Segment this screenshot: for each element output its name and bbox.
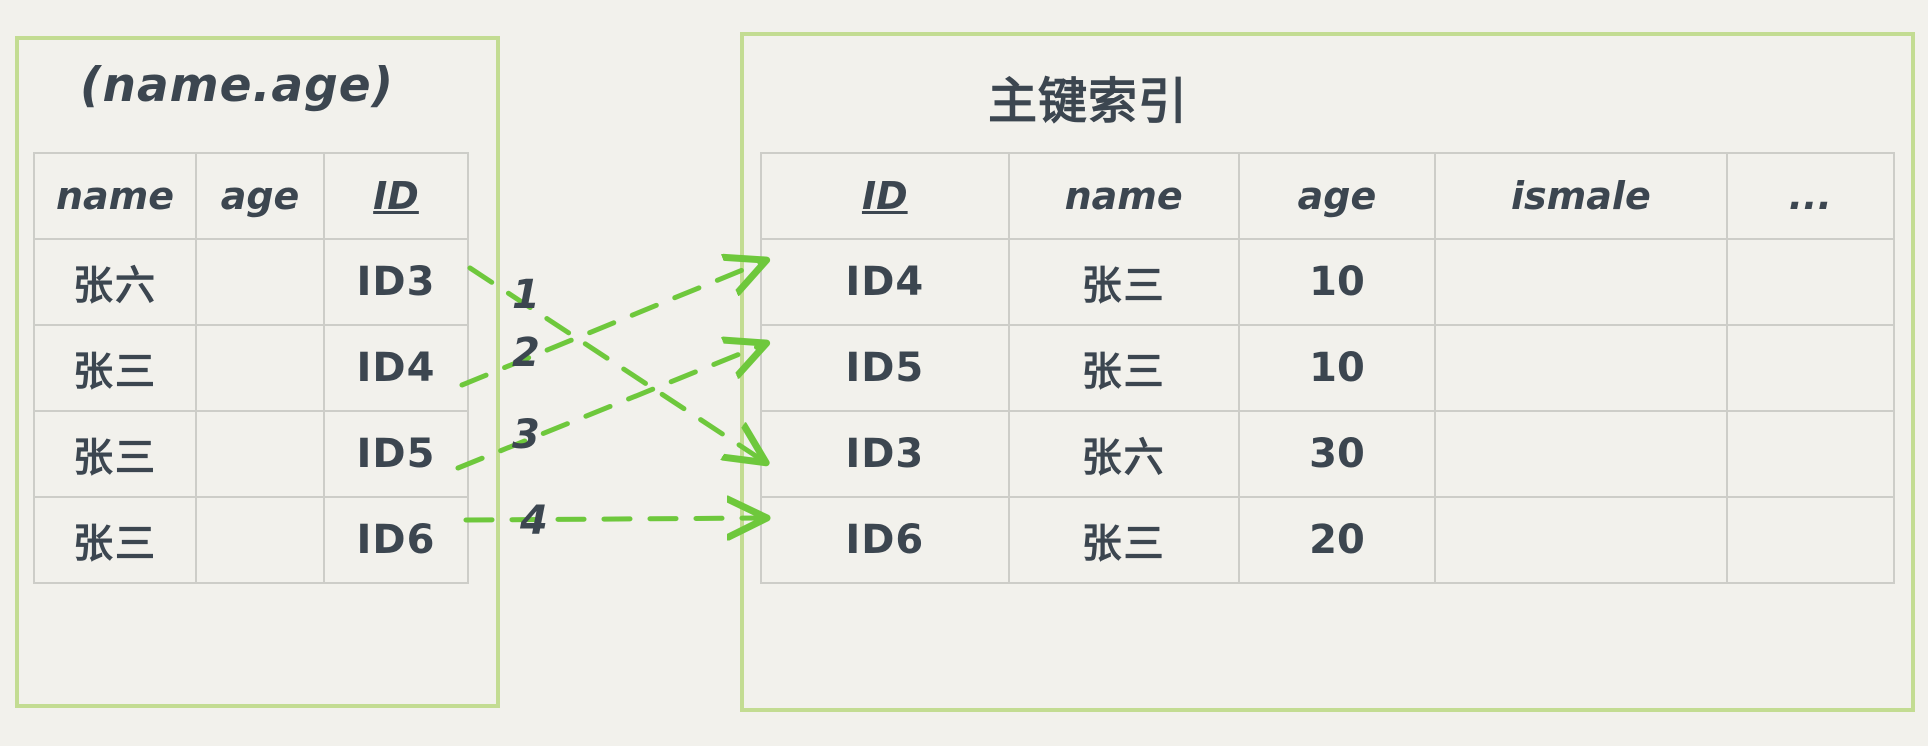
cell-age xyxy=(195,238,325,326)
cell-id: ID6 xyxy=(323,496,469,584)
cell-more xyxy=(1725,410,1895,498)
secondary-index-table: name age ID 张六 ID3 张三 ID4 张三 ID5 张三 ID6 xyxy=(33,152,469,584)
table-row: 张三 ID5 xyxy=(33,410,469,498)
cell-id: ID5 xyxy=(323,410,469,498)
cell-age: 30 xyxy=(1237,410,1437,498)
table-row: 张六 ID3 xyxy=(33,238,469,326)
primary-index-title: 主键索引 xyxy=(988,73,1189,130)
cell-id: ID5 xyxy=(760,324,1010,412)
column-header-age: age xyxy=(1237,152,1437,240)
column-header-age: age xyxy=(195,152,325,240)
cell-id: ID3 xyxy=(760,410,1010,498)
cell-age xyxy=(195,496,325,584)
table-row: ID6 张三 20 xyxy=(760,496,1895,584)
table-row: ID5 张三 10 xyxy=(760,324,1895,412)
table-row: 张三 ID4 xyxy=(33,324,469,412)
arrow-label-2: 2 xyxy=(512,330,540,376)
column-header-name: name xyxy=(1007,152,1240,240)
lookup-arrow-2 xyxy=(459,262,762,388)
table-header-row: ID name age ismale ... xyxy=(760,152,1895,240)
column-header-ellipsis: ... xyxy=(1725,152,1895,240)
arrow-label-1: 1 xyxy=(512,272,540,318)
cell-id: ID6 xyxy=(760,496,1010,584)
table-row: 张三 ID6 xyxy=(33,496,469,584)
column-header-id: ID xyxy=(760,152,1010,240)
cell-more xyxy=(1725,496,1895,584)
table-header-row: name age ID xyxy=(33,152,469,240)
lookup-arrow-4 xyxy=(463,518,762,520)
cell-name: 张三 xyxy=(1007,238,1240,326)
diagram-canvas: (name.age) name age ID 张六 ID3 张三 ID4 张三 … xyxy=(0,0,1928,746)
cell-age: 10 xyxy=(1237,238,1437,326)
secondary-index-title: (name.age) xyxy=(80,58,395,113)
cell-ismale xyxy=(1434,496,1728,584)
column-header-id: ID xyxy=(323,152,469,240)
cell-name: 张三 xyxy=(33,496,197,584)
cell-age xyxy=(195,410,325,498)
cell-ismale xyxy=(1434,238,1728,326)
lookup-arrow-3 xyxy=(455,345,762,471)
column-header-name: name xyxy=(33,152,197,240)
table-row: ID4 张三 10 xyxy=(760,238,1895,326)
cell-name: 张三 xyxy=(1007,496,1240,584)
arrow-label-4: 4 xyxy=(520,498,548,544)
cell-id: ID4 xyxy=(760,238,1010,326)
table-row: ID3 张六 30 xyxy=(760,410,1895,498)
cell-more xyxy=(1725,324,1895,412)
cell-id: ID4 xyxy=(323,324,469,412)
cell-name: 张三 xyxy=(33,324,197,412)
cell-name: 张三 xyxy=(1007,324,1240,412)
cell-age: 20 xyxy=(1237,496,1437,584)
cell-more xyxy=(1725,238,1895,326)
cell-age xyxy=(195,324,325,412)
cell-age: 10 xyxy=(1237,324,1437,412)
cell-name: 张六 xyxy=(33,238,197,326)
cell-ismale xyxy=(1434,324,1728,412)
cell-name: 张六 xyxy=(1007,410,1240,498)
primary-index-table: ID name age ismale ... ID4 张三 10 ID5 张三 … xyxy=(760,152,1895,584)
arrow-label-3: 3 xyxy=(512,412,540,458)
column-header-ismale: ismale xyxy=(1434,152,1728,240)
cell-ismale xyxy=(1434,410,1728,498)
cell-id: ID3 xyxy=(323,238,469,326)
cell-name: 张三 xyxy=(33,410,197,498)
